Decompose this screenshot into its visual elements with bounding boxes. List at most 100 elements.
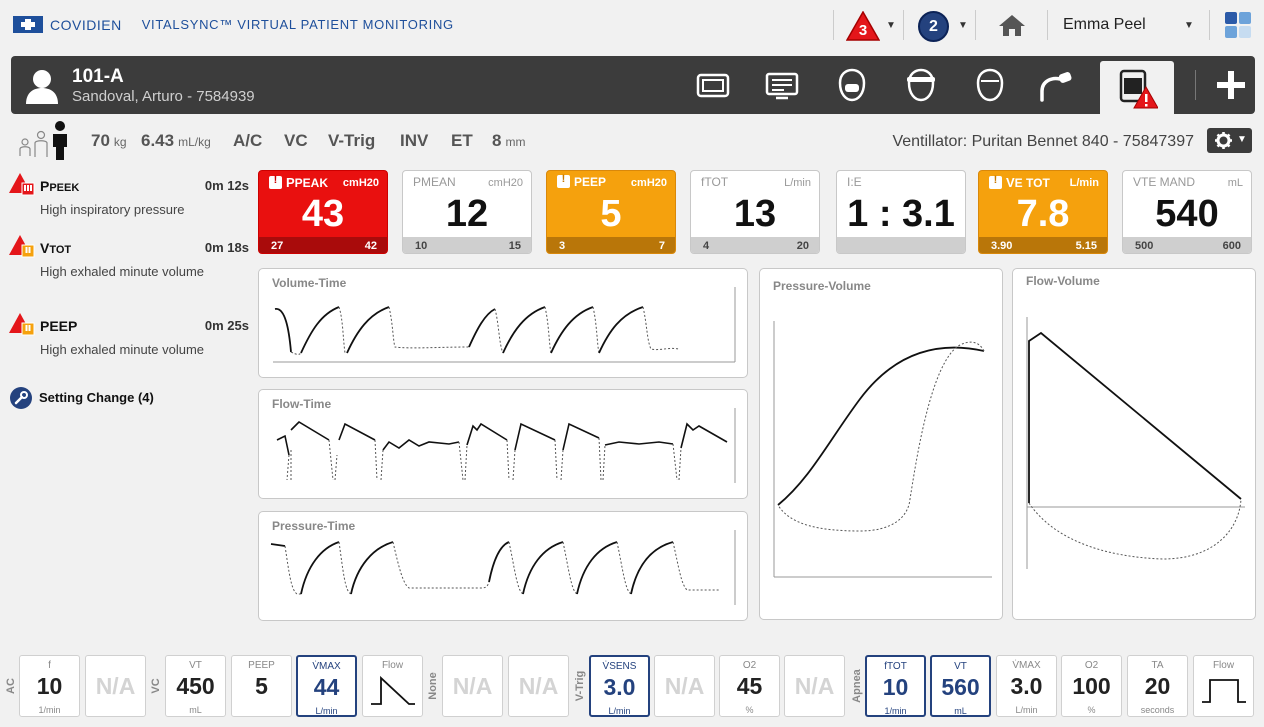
- setting-value: 450: [176, 673, 215, 699]
- setting-value: N/A: [518, 673, 559, 699]
- tile-limits-bar: 3 7: [547, 237, 675, 253]
- mode-label: Apnea: [850, 655, 864, 717]
- setting-na: N/A: [654, 655, 715, 717]
- notification-button[interactable]: 2 ▼: [918, 0, 970, 50]
- setting-vmax[interactable]: V̇MAX 44 L/min: [296, 655, 357, 717]
- tile-label-main: P: [413, 175, 422, 189]
- tile-peep[interactable]: PEEP cmH20 5 3 7: [546, 170, 676, 254]
- tile-unit: cmH20: [488, 177, 523, 189]
- setting-value: N/A: [95, 673, 136, 699]
- tile-ftot[interactable]: fTOT L/min 13 4 20: [690, 170, 820, 254]
- setting-peep[interactable]: PEEP 5: [231, 655, 292, 717]
- setting-unit: L/min: [1015, 705, 1038, 715]
- alarm-time: 0m 18s: [204, 240, 249, 255]
- interface-setting: INV: [400, 131, 429, 150]
- apps-grid-icon[interactable]: [1225, 12, 1251, 38]
- ventilation-settings-row: 70 kg 6.43 mL/kg A/C VC V-Trig INV ET 8 mm …: [0, 118, 1264, 164]
- monitor-icon[interactable]: [695, 67, 731, 103]
- tile-unit: cmH20: [342, 177, 379, 189]
- setting-f[interactable]: f 10 1/min: [19, 655, 80, 717]
- setting-flow-pattern[interactable]: Flow: [362, 655, 423, 717]
- patient-head-icon[interactable]: [972, 67, 1008, 103]
- tile-limits-bar: [837, 237, 965, 253]
- tile-label-sub: MEAN: [421, 175, 456, 189]
- tile-limits-bar: 27 42: [259, 237, 387, 253]
- tile-label: PMEAN: [413, 175, 456, 189]
- alarm-badge-button[interactable]: 3 ▼: [846, 8, 898, 44]
- chevron-down-icon: ▼: [1237, 134, 1247, 145]
- square-flow-icon: [1202, 679, 1246, 703]
- setting-name: V̇MAX: [1012, 660, 1041, 671]
- setting-vsens[interactable]: V̇SENS 3.0 L/min: [589, 655, 650, 717]
- tile-high-limit: 7: [658, 240, 665, 252]
- flow-time-waveform: [276, 408, 736, 483]
- graph-title: Pressure-Time: [272, 519, 356, 533]
- setting-vt[interactable]: VT 450 mL: [165, 655, 226, 717]
- tile-ppeak[interactable]: PPEAK cmH20 43 27 42: [258, 170, 388, 254]
- tile-unit: L/min: [1069, 177, 1099, 189]
- alarm-title-main: P: [40, 178, 50, 194]
- patient-goggles-icon[interactable]: [903, 67, 939, 103]
- tile-ie-ratio[interactable]: I:E 1 : 3.1: [836, 170, 966, 254]
- setting-o2[interactable]: O2 45 %: [719, 655, 780, 717]
- pressure-time-graph[interactable]: Pressure-Time: [258, 511, 748, 621]
- setting-apnea-vt[interactable]: VT 560 mL: [930, 655, 991, 717]
- tile-label: VTE MAND: [1133, 175, 1195, 189]
- tube-size-setting: 8 mm: [492, 131, 525, 151]
- setting-unit: 1/min: [884, 706, 907, 716]
- flow-volume-loop[interactable]: Flow-Volume: [1012, 268, 1256, 620]
- patient-face-mask-icon[interactable]: [834, 67, 870, 103]
- tile-value: 5: [600, 193, 622, 235]
- setting-change-label: Setting Change (4): [39, 390, 154, 405]
- tile-value: 1 : 3.1: [847, 193, 955, 235]
- setting-value: 5: [255, 673, 268, 699]
- mode-label: VC: [149, 655, 163, 717]
- tile-value: 7.8: [1016, 193, 1070, 235]
- setting-na: N/A: [508, 655, 569, 717]
- tile-value: 540: [1155, 193, 1219, 235]
- setting-apnea-o2[interactable]: O2 100 %: [1061, 655, 1122, 717]
- setting-apnea-vmax[interactable]: V̇MAX 3.0 L/min: [996, 655, 1057, 717]
- setting-apnea-flow-pattern[interactable]: Flow: [1193, 655, 1254, 717]
- graph-title: Flow-Time: [272, 397, 332, 411]
- setting-name: V̇SENS: [602, 661, 637, 672]
- pressure-volume-loop[interactable]: Pressure-Volume: [759, 268, 1003, 620]
- tile-low-limit: 4: [703, 240, 710, 252]
- tile-ve-tot[interactable]: VE TOT L/min 7.8 3.90 5.15: [978, 170, 1108, 254]
- tab-ventilator-alarm[interactable]: [1100, 61, 1174, 114]
- mode-label-text: VC: [150, 678, 162, 694]
- divider: [1195, 70, 1196, 100]
- user-menu[interactable]: Emma Peel ▼: [1060, 0, 1200, 50]
- mode-label: V-Trig: [573, 655, 587, 717]
- tile-low-limit: 10: [415, 240, 428, 252]
- tile-unit: L/min: [784, 177, 811, 189]
- ventilator-tube-icon[interactable]: [1038, 67, 1074, 103]
- alarm-title-main: V: [40, 240, 50, 256]
- divider: [1047, 10, 1048, 40]
- home-icon[interactable]: [998, 13, 1026, 37]
- tile-pmean[interactable]: PMEAN cmH20 12 10 15: [402, 170, 532, 254]
- setting-value: 3.0: [1010, 673, 1043, 699]
- mode-label-text: AC: [5, 678, 17, 694]
- ventilator-screen-icon[interactable]: [764, 67, 800, 103]
- alarm-time: 0m 25s: [204, 318, 249, 333]
- setting-unit: %: [745, 705, 754, 715]
- add-icon[interactable]: [1214, 68, 1248, 102]
- setting-apnea-ta[interactable]: TA 20 seconds: [1127, 655, 1188, 717]
- setting-value: 3.0: [603, 674, 636, 700]
- flow-time-graph[interactable]: Flow-Time: [258, 389, 748, 499]
- setting-name: fTOT: [884, 661, 907, 672]
- setting-value: 560: [941, 674, 980, 700]
- user-name: Emma Peel: [1063, 16, 1146, 33]
- alarm-title-main: PEEP: [40, 318, 78, 334]
- alarm-title-sub: PEEK: [49, 182, 80, 194]
- brand: COVIDIEN VITALSYNC™ VIRTUAL PATIENT MONI…: [13, 16, 454, 33]
- mode-label-text: V-Trig: [574, 670, 586, 702]
- volume-time-graph[interactable]: Volume-Time: [258, 268, 748, 378]
- setting-change-link[interactable]: Setting Change (4): [9, 386, 249, 410]
- settings-menu-button[interactable]: ▼: [1207, 128, 1252, 153]
- setting-value: N/A: [452, 673, 493, 699]
- setting-apnea-ftot[interactable]: fTOT 10 1/min: [865, 655, 926, 717]
- tile-vte-mand[interactable]: VTE MAND mL 540 500 600: [1122, 170, 1252, 254]
- tile-low-limit: 3: [559, 240, 566, 252]
